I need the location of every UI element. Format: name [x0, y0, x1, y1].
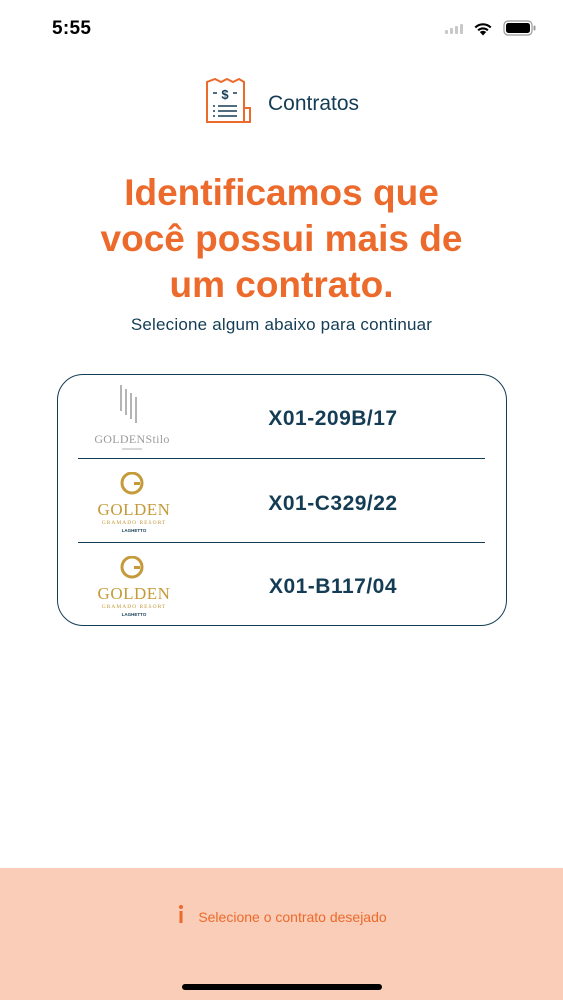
golden-gramado-resort-logo-icon: GOLDEN GRAMADO RESORT LAGHETTO [78, 543, 186, 627]
headline-line-3: um contrato. [169, 264, 394, 305]
status-time: 5:55 [52, 18, 92, 39]
receipt-dollar-icon: $ [204, 77, 254, 131]
footer: Selecione o contrato desejado [0, 868, 563, 1000]
footer-info-text: Selecione o contrato desejado [198, 908, 387, 925]
contract-code: X01-B117/04 [268, 575, 398, 598]
contract-item[interactable]: GOLDEN GRAMADO RESORT LAGHETTO X01-B117/… [78, 543, 486, 627]
svg-text:$: $ [221, 87, 229, 102]
logo-brand: GOLDEN [98, 500, 171, 519]
contract-item[interactable]: GOLDEN GRAMADO RESORT LAGHETTO X01-C329/… [78, 459, 486, 543]
logo-tagline: LAGHETTO [122, 612, 147, 617]
home-indicator[interactable] [182, 984, 382, 990]
contract-code: X01-C329/22 [268, 492, 398, 515]
golden-stilo-logo-icon: GOLDENStilo [78, 375, 186, 459]
logo-subline: GRAMADO RESORT [102, 604, 167, 610]
headline-line-2: você possui mais de [100, 218, 463, 259]
contract-list: GOLDENStilo X01-209B/17 GOLDEN GRAMADO R… [57, 374, 507, 626]
headline: Identificamos que você possui mais de um… [0, 170, 563, 308]
cellular-signal-icon [445, 22, 463, 34]
contract-code: X01-209B/17 [268, 407, 398, 430]
headline-line-1: Identificamos que [124, 172, 439, 213]
page-header: $ Contratos [0, 77, 563, 131]
logo-brand: GOLDENStilo [94, 432, 169, 446]
page-title: Contratos [267, 92, 360, 115]
logo-tagline: LAGHETTO [122, 528, 147, 533]
footer-info: Selecione o contrato desejado [0, 904, 563, 929]
battery-icon [503, 20, 537, 36]
status-bar: 5:55 [0, 0, 563, 60]
info-icon [176, 904, 186, 929]
subtitle: Selecione algum abaixo para continuar [130, 315, 433, 334]
contract-item[interactable]: GOLDENStilo X01-209B/17 [78, 375, 486, 459]
golden-gramado-resort-logo-icon: GOLDEN GRAMADO RESORT LAGHETTO [78, 459, 186, 543]
status-icons [445, 20, 537, 36]
logo-subline: GRAMADO RESORT [102, 520, 167, 526]
wifi-icon [473, 21, 493, 36]
logo-brand: GOLDEN [98, 584, 171, 603]
